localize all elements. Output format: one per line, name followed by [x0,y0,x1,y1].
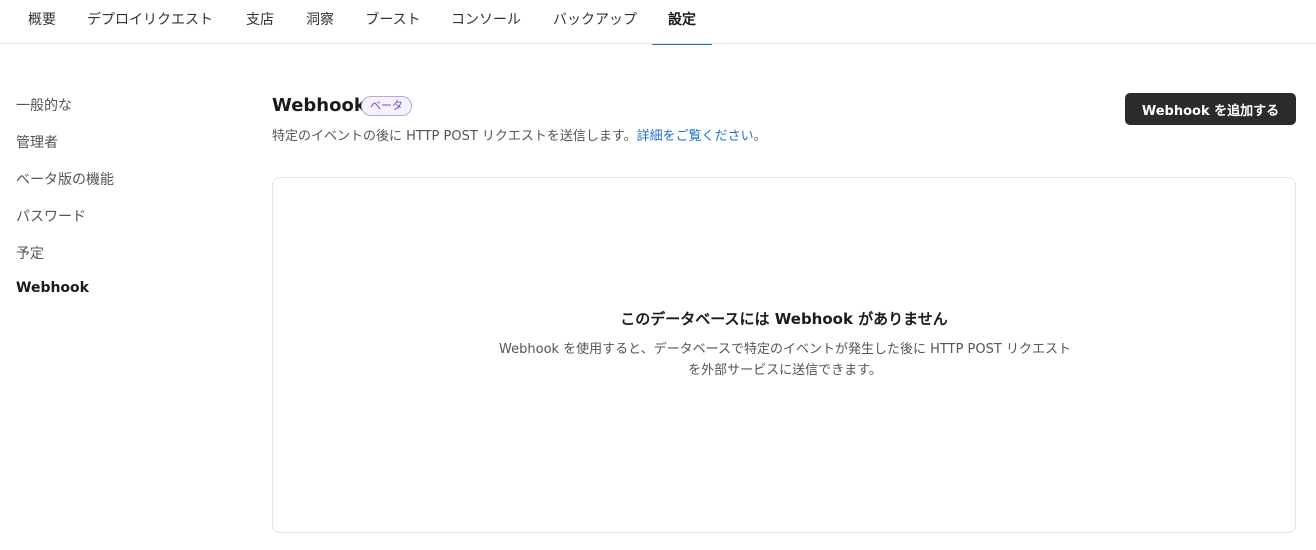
tab-branches[interactable]: 支店 [234,0,286,44]
sidebar-item-schedule[interactable]: 予定 [16,243,44,263]
subtitle-period: 。 [753,129,767,144]
top-navigation: 概要 デプロイリクエスト 支店 洞察 ブースト コンソール バックアップ 設定 [0,0,1316,45]
tab-boost[interactable]: ブースト [356,0,430,44]
learn-more-link[interactable]: 詳細をご覧ください [637,129,754,144]
page-title: Webhook [272,95,366,116]
sidebar-item-admins[interactable]: 管理者 [16,132,58,152]
tab-settings[interactable]: 設定 [652,0,712,45]
empty-state-title: このデータベースには Webhook がありません [620,310,948,328]
tab-backup[interactable]: バックアップ [548,0,642,44]
tab-overview[interactable]: 概要 [16,0,68,44]
add-webhook-button[interactable]: Webhook を追加する [1125,93,1296,125]
beta-badge: ベータ [361,96,412,116]
sidebar-item-passwords[interactable]: パスワード [16,206,86,226]
empty-state-description: Webhook を使用すると、データベースで特定のイベントが発生した後に HTT… [499,342,1071,378]
tab-console[interactable]: コンソール [446,0,526,44]
subtitle-text: 特定のイベントの後に HTTP POST リクエストを送信します。 [272,129,637,144]
sidebar-item-beta-features[interactable]: ベータ版の機能 [16,169,114,189]
sidebar-item-webhooks[interactable]: Webhook [16,280,89,296]
sidebar-item-general[interactable]: 一般的な [16,95,72,115]
tab-deploy-requests[interactable]: デプロイリクエスト [84,0,216,44]
tab-insights[interactable]: 洞察 [294,0,346,44]
page-subtitle: 特定のイベントの後に HTTP POST リクエストを送信します。詳細をご覧くだ… [272,125,767,144]
empty-state-panel: このデータベースには Webhook がありません Webhook を使用すると… [272,177,1296,533]
